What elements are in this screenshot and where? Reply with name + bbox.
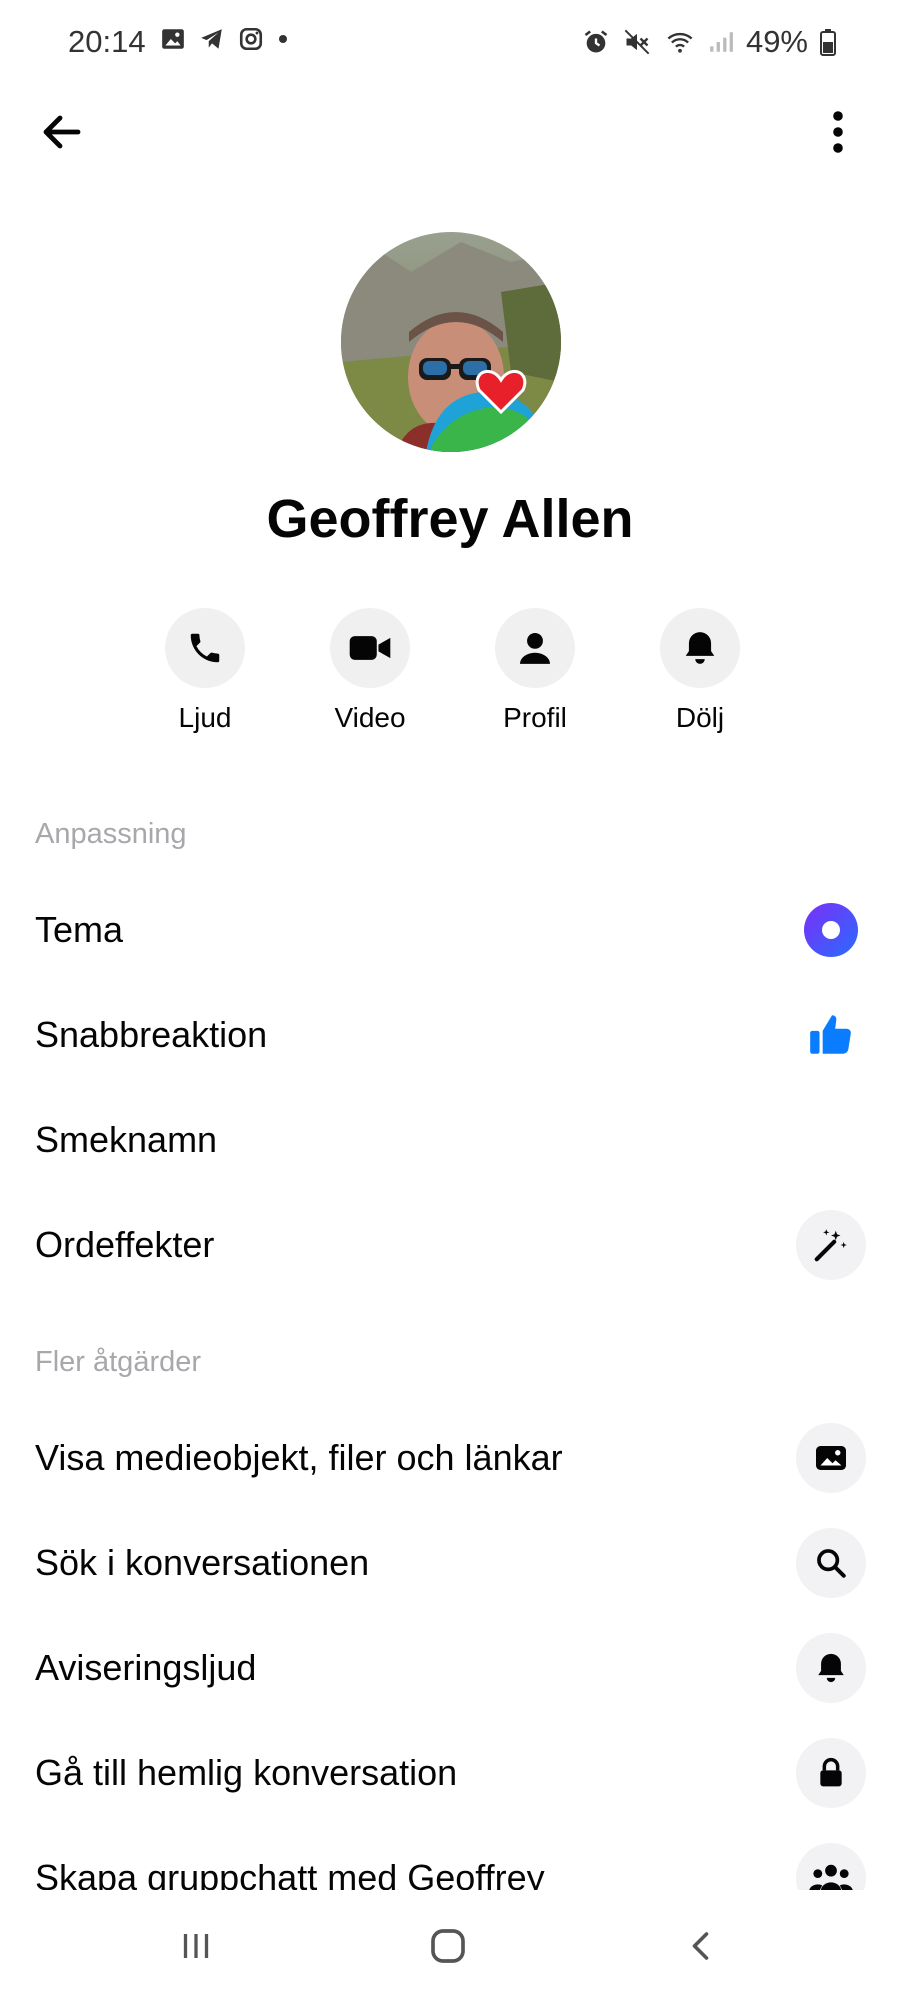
row-theme-label: Tema [35,909,124,950]
row-notification-sounds-label: Aviseringsljud [35,1647,257,1688]
alarm-icon [582,28,610,56]
row-quick-reaction[interactable]: Snabbreaktion [0,985,900,1085]
row-search-conversation-label: Sök i konversationen [35,1542,370,1583]
theme-icon [796,895,866,965]
thumbs-up-icon [796,1000,866,1070]
audio-call-circle [165,608,245,688]
instagram-icon [238,26,264,52]
avatar[interactable] [341,232,561,452]
status-time: 20:14 [68,24,146,59]
system-navigation-bar [0,1890,900,2000]
row-theme[interactable]: Tema [0,880,900,980]
wifi-icon [664,28,696,56]
row-secret-conversation-label: Gå till hemlig konversation [35,1752,458,1793]
video-call-label: Video [334,702,406,733]
row-word-effects-label: Ordeffekter [35,1224,215,1265]
more-vertical-icon [833,111,843,153]
row-quick-reaction-label: Snabbreaktion [35,1014,268,1055]
chevron-left-icon [692,1932,709,1960]
magic-wand-icon [796,1210,866,1280]
row-search-conversation[interactable]: Sök i konversationen [0,1513,900,1613]
home-button[interactable] [418,1918,478,1974]
mute-label: Dölj [675,702,725,733]
bell-icon [685,632,715,664]
audio-call-button[interactable]: Ljud [145,608,265,734]
home-icon [431,1929,465,1963]
mute-button[interactable]: Dölj [640,608,760,734]
image-icon [160,26,186,52]
row-word-effects[interactable]: Ordeffekter [0,1195,900,1295]
row-view-media[interactable]: Visa medieobjekt, filer och länkar [0,1408,900,1508]
mute-circle [660,608,740,688]
row-view-media-label: Visa medieobjekt, filer och länkar [35,1437,563,1478]
status-right-icons: 49% [582,24,836,60]
recent-apps-button[interactable] [166,1918,226,1974]
profile-label: Profil [503,702,567,733]
video-call-circle [330,608,410,688]
profile-circle [495,608,575,688]
row-secret-conversation[interactable]: Gå till hemlig konversation [0,1723,900,1823]
bell-icon [796,1633,866,1703]
row-nicknames[interactable]: Smeknamn [0,1090,900,1190]
profile-button[interactable]: Profil [475,608,595,734]
row-nicknames-label: Smeknamn [35,1119,218,1160]
phone-icon [190,633,220,663]
search-icon [796,1528,866,1598]
section-more-actions: Fler åtgärder [35,1346,202,1378]
battery-icon [820,28,836,56]
status-bar: 20:14 49% [0,0,900,84]
more-options-button[interactable] [806,100,870,164]
recent-apps-icon [183,1934,209,1958]
video-icon [349,636,391,660]
status-left-icons [160,26,290,52]
mute-icon [622,28,652,56]
signal-icon [708,28,734,56]
contact-name-wrapper: Geoffrey Allen [0,488,900,550]
dot-icon [276,26,290,52]
arrow-left-icon [43,115,81,149]
quick-actions: Ljud Video Profil Dölj [0,608,900,748]
system-back-button[interactable] [672,1918,732,1974]
telegram-icon [198,26,226,52]
row-notification-sounds[interactable]: Aviseringsljud [0,1618,900,1718]
contact-name: Geoffrey Allen [266,489,634,549]
photo-icon [796,1423,866,1493]
top-bar [0,90,900,170]
section-customization: Anpassning [35,818,187,850]
lock-icon [796,1738,866,1808]
battery-percent: 49% [745,24,808,59]
back-button[interactable] [30,100,94,164]
audio-call-label: Ljud [178,702,232,733]
video-call-button[interactable]: Video [310,608,430,734]
person-icon [519,632,551,664]
